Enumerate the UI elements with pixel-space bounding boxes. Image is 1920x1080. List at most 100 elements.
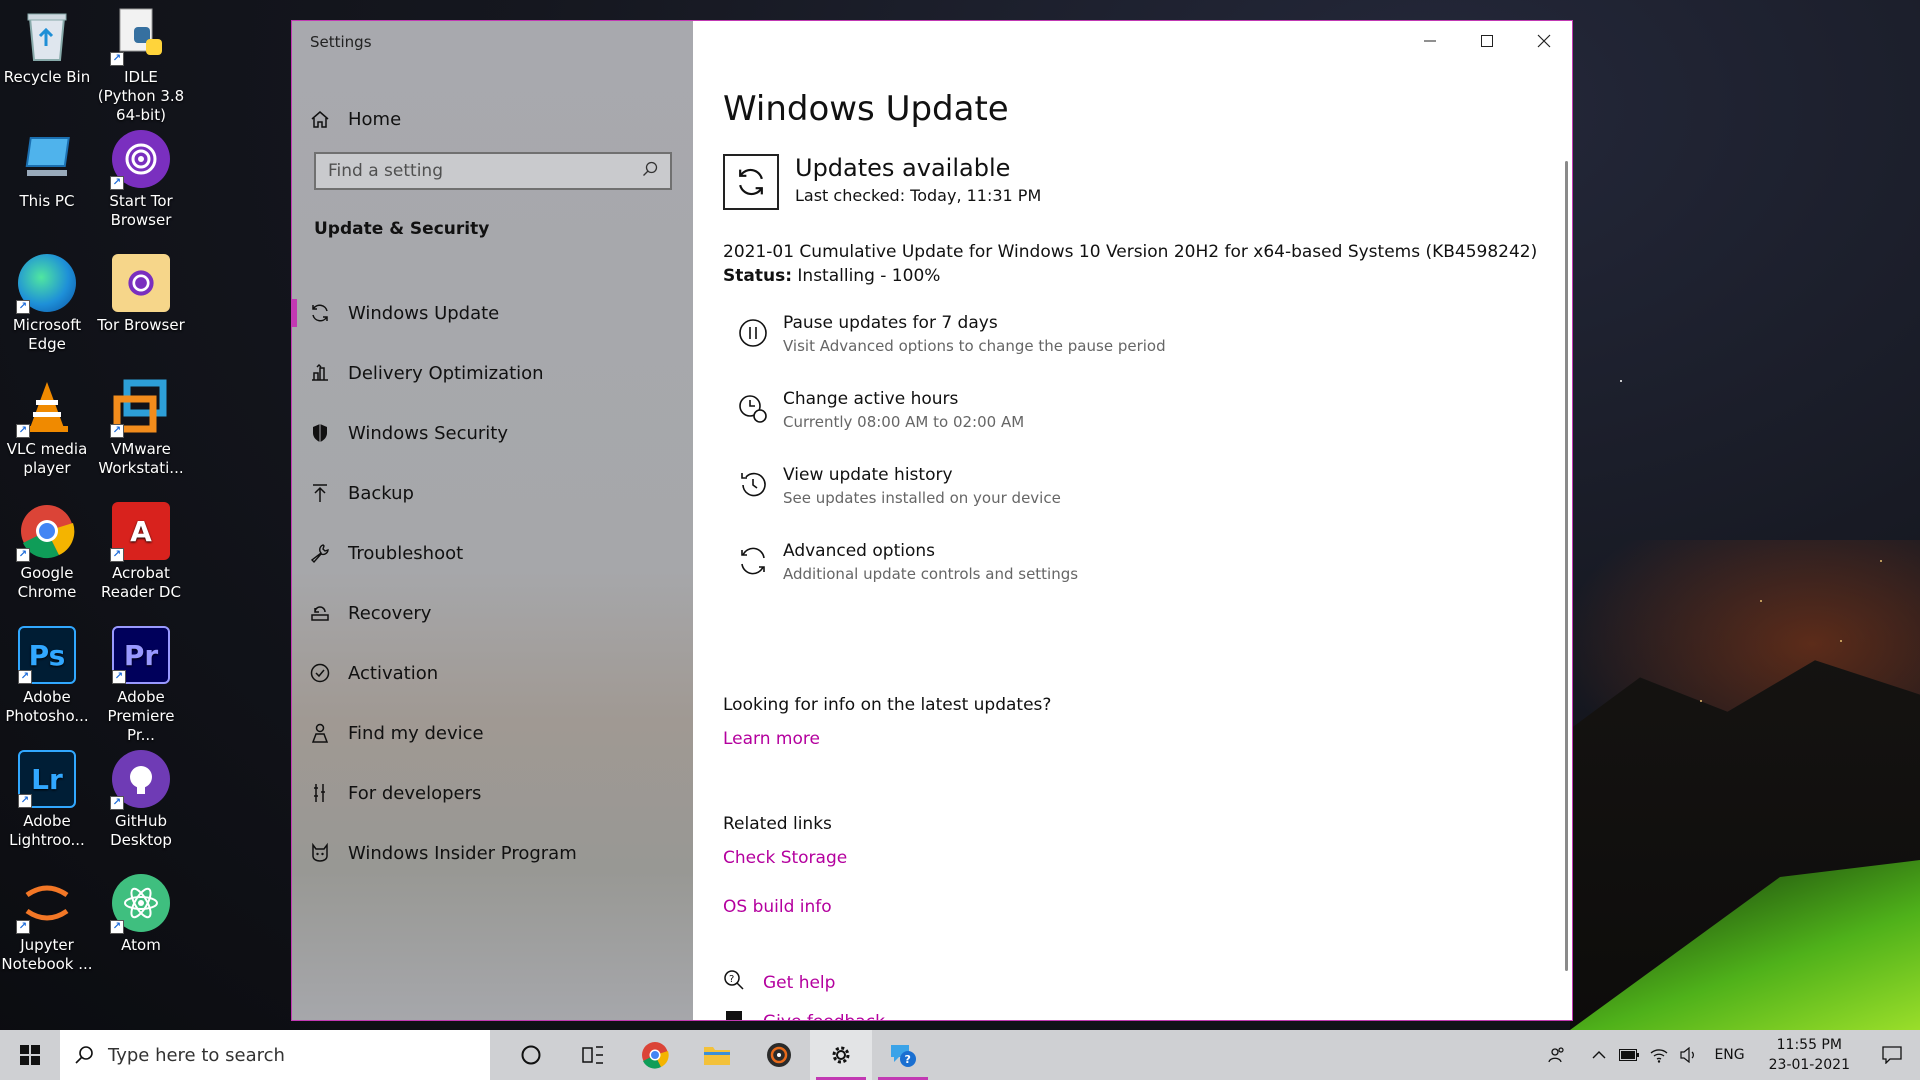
recovery-icon [292,602,348,624]
desktop-icon-idle[interactable]: ↗ IDLE (Python 3.8 64-bit) [94,0,188,125]
check-storage-link[interactable]: Check Storage [723,848,847,868]
notification-icon [1882,1046,1902,1064]
cortana-button[interactable] [500,1030,562,1080]
taskbar-get-help[interactable]: ? [872,1030,934,1080]
taskbar-settings[interactable] [810,1030,872,1080]
minimize-icon [1423,40,1436,42]
desktop-icon-edge[interactable]: ↗ Microsoft Edge [0,248,94,354]
find-setting-input[interactable] [328,161,642,181]
vlc-icon: ↗ [16,378,76,438]
desktop-icon-vlc[interactable]: ↗ VLC media player [0,372,94,478]
nav-item-windows-update[interactable]: Windows Update [292,283,693,343]
wallpaper-star [1880,560,1882,562]
maximize-button[interactable] [1458,21,1515,61]
nav-item-windows-insider[interactable]: Windows Insider Program [292,823,693,883]
clock-date: 23-01-2021 [1768,1057,1850,1073]
lightroom-icon: Lr ↗ [18,750,76,808]
desktop-icon-start-tor[interactable]: ↗ Start Tor Browser [94,124,188,230]
nav-home[interactable]: Home [292,99,693,139]
find-setting-search[interactable] [314,152,672,190]
get-help-app-icon: ? [891,1045,916,1067]
desktop-icon-lightroom[interactable]: Lr ↗ Adobe Lightroo... [0,744,94,850]
desktop-icon-github[interactable]: ↗ GitHub Desktop [94,744,188,850]
desktop-icon-acrobat[interactable]: A ↗ Acrobat Reader DC [94,496,188,602]
system-tray: ENG 11:55 PM 23-01-2021 [1542,1030,1920,1080]
task-view-button[interactable] [562,1030,624,1080]
taskbar: Type here to search ? ENG 11:55 PM 23-01… [0,1030,1920,1080]
update-status: Status: Installing - 100% [723,266,941,286]
desktop-icon-this-pc[interactable]: This PC [0,124,94,211]
history-icon [723,463,783,539]
start-button[interactable] [0,1030,60,1080]
page-title: Windows Update [723,89,1009,129]
search-icon[interactable] [642,161,658,181]
learn-more-link[interactable]: Learn more [723,729,820,749]
window-caption-buttons [1401,21,1572,61]
taskbar-file-explorer[interactable] [686,1030,748,1080]
option-advanced[interactable]: Advanced options Additional update contr… [723,539,1523,615]
computer-icon [18,130,76,188]
taskbar-search[interactable]: Type here to search [60,1030,490,1080]
advanced-sync-icon [723,539,783,615]
nav-item-windows-security[interactable]: Windows Security [292,403,693,463]
action-center-button[interactable] [1864,1030,1920,1080]
nav-item-activation[interactable]: Activation [292,643,693,703]
developer-icon [292,782,348,804]
option-pause-updates[interactable]: Pause updates for 7 days Visit Advanced … [723,311,1523,387]
close-button[interactable] [1515,21,1572,61]
desktop-icon-chrome[interactable]: ↗ Google Chrome [0,496,94,602]
content-scrollbar[interactable] [1565,161,1568,971]
desktop-icon-atom[interactable]: ↗ Atom [94,868,188,955]
desktop-icon-vmware[interactable]: ↗ VMware Workstati... [94,372,188,478]
os-build-info-link[interactable]: OS build info [723,897,832,917]
option-update-history[interactable]: View update history See updates installe… [723,463,1523,539]
desktop-icon-photoshop[interactable]: Ps ↗ Adobe Photosho... [0,620,94,726]
chrome-icon [642,1042,669,1069]
minimize-button[interactable] [1401,21,1458,61]
folder-icon [704,1047,730,1065]
give-feedback-link[interactable]: Give feedback [723,1008,885,1020]
taskbar-chrome[interactable] [624,1030,686,1080]
language-indicator[interactable]: ENG [1704,1047,1754,1063]
chevron-up-icon[interactable] [1584,1030,1614,1080]
jupyter-icon: ↗ [16,874,76,934]
desktop-icon-tor-browser[interactable]: Tor Browser [94,248,188,335]
insider-cat-icon [292,842,348,864]
task-view-icon [582,1046,603,1064]
clock-time: 11:55 PM [1776,1037,1842,1053]
nav-item-for-developers[interactable]: For developers [292,763,693,823]
desktop-icon-premiere[interactable]: Pr ↗ Adobe Premiere Pr... [94,620,188,745]
option-active-hours[interactable]: Change active hours Currently 08:00 AM t… [723,387,1523,463]
taskbar-media-app[interactable] [748,1030,810,1080]
search-icon [75,1046,93,1064]
last-checked: Last checked: Today, 11:31 PM [795,186,1042,205]
desktop-icon-recycle-bin[interactable]: Recycle Bin [0,0,94,87]
get-help-link[interactable]: ? Get help [723,969,835,996]
help-chat-icon: ? [723,969,763,996]
tor-icon: ↗ [110,130,170,190]
wrench-icon [292,542,348,564]
window-title: Settings [310,33,372,51]
taskbar-clock[interactable]: 11:55 PM 23-01-2021 [1755,1035,1864,1075]
close-icon [1537,34,1550,48]
tor-folder-icon [112,254,170,312]
volume-icon[interactable] [1674,1030,1704,1080]
nav-item-backup[interactable]: Backup [292,463,693,523]
nav-item-find-my-device[interactable]: Find my device [292,703,693,763]
settings-window: Settings Home Update & Security Windows … [291,20,1573,1021]
nav-item-recovery[interactable]: Recovery [292,583,693,643]
acrobat-icon: A ↗ [110,502,170,562]
people-icon[interactable] [1542,1030,1572,1080]
home-icon [292,109,348,129]
gear-icon [832,1046,850,1064]
related-links-title: Related links [723,814,832,834]
desktop-icon-jupyter[interactable]: ↗ Jupyter Notebook ... [0,868,94,974]
atom-icon: ↗ [110,874,170,934]
desktop-icons: Recycle Bin ↗ IDLE (Python 3.8 64-bit) T… [0,0,200,1030]
delivery-icon [292,362,348,384]
nav-item-delivery-optimization[interactable]: Delivery Optimization [292,343,693,403]
nav-item-troubleshoot[interactable]: Troubleshoot [292,523,693,583]
battery-icon[interactable] [1614,1030,1644,1080]
nav-section-title: Update & Security [314,219,490,239]
wifi-icon[interactable] [1644,1030,1674,1080]
